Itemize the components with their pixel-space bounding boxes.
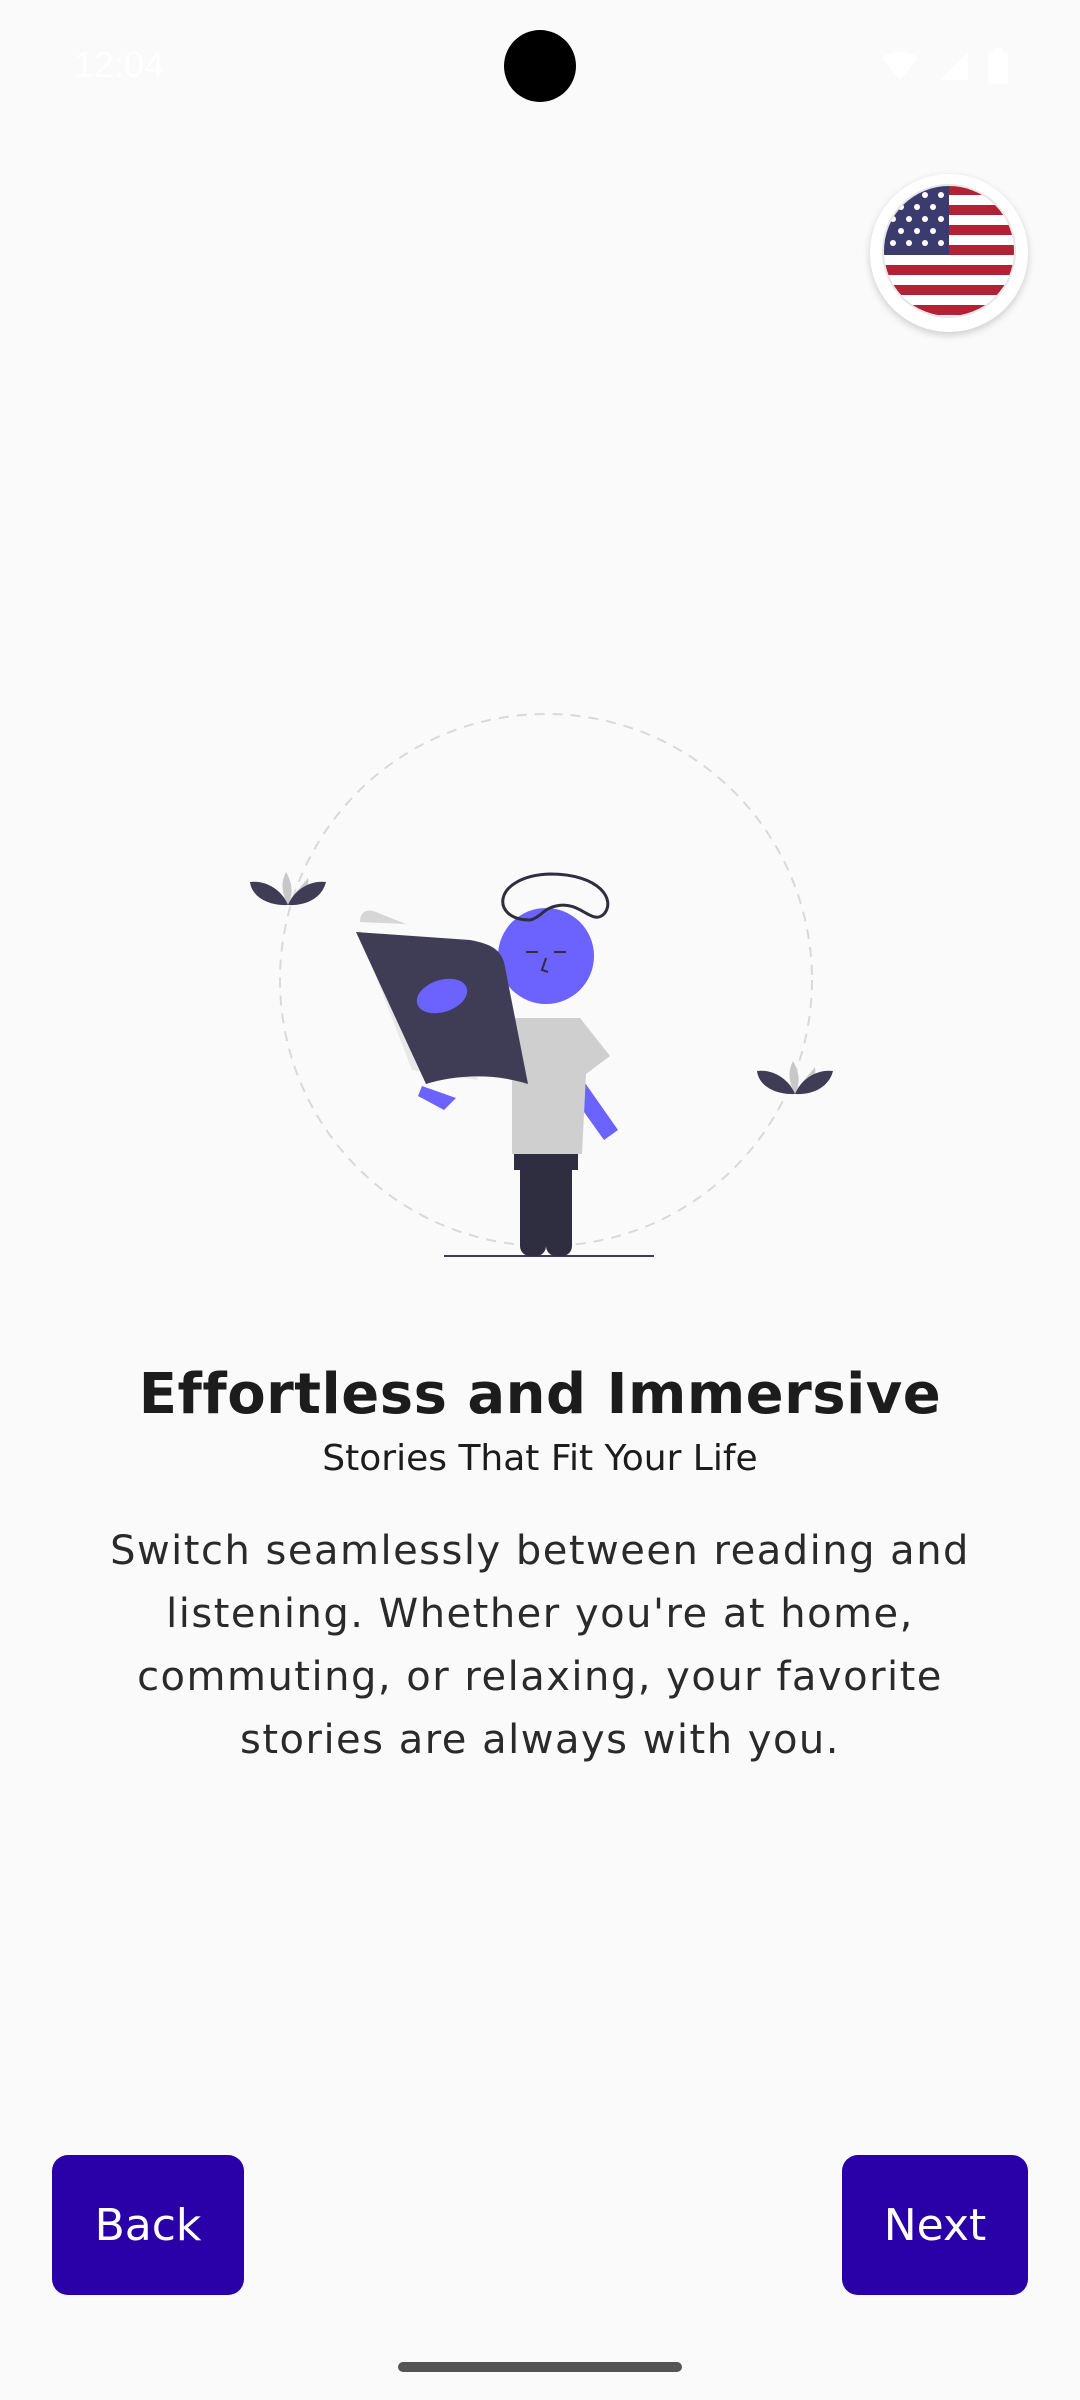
us-flag-icon — [879, 181, 1019, 325]
back-button[interactable]: Back — [52, 2155, 244, 2295]
description-line: listening. Whether you're at home, — [166, 1591, 914, 1637]
plant-right-icon — [757, 1061, 833, 1095]
onboarding-title: Effortless and Immersive — [138, 1362, 942, 1427]
status-time: 12:04 — [74, 44, 165, 85]
reading-illustration — [230, 700, 850, 1270]
signal-icon — [938, 50, 970, 82]
plant-left-icon — [250, 872, 326, 906]
next-button[interactable]: Next — [842, 2155, 1028, 2295]
onboarding-subtitle: Stories That Fit Your Life — [322, 1438, 758, 1479]
language-selector-button[interactable] — [870, 174, 1028, 332]
description-line: Switch seamlessly between reading and — [110, 1528, 970, 1574]
description-line: commuting, or relaxing, your favorite — [137, 1654, 943, 1700]
battery-icon — [988, 48, 1008, 84]
status-icons — [880, 48, 1008, 84]
camera-cutout — [504, 30, 576, 102]
onboarding-description: Switch seamlessly between reading and li… — [80, 1520, 1000, 1772]
status-bar: 12:04 — [0, 0, 1080, 130]
home-indicator[interactable] — [398, 2362, 682, 2372]
wifi-icon — [880, 50, 920, 82]
description-line: stories are always with you. — [240, 1717, 840, 1763]
